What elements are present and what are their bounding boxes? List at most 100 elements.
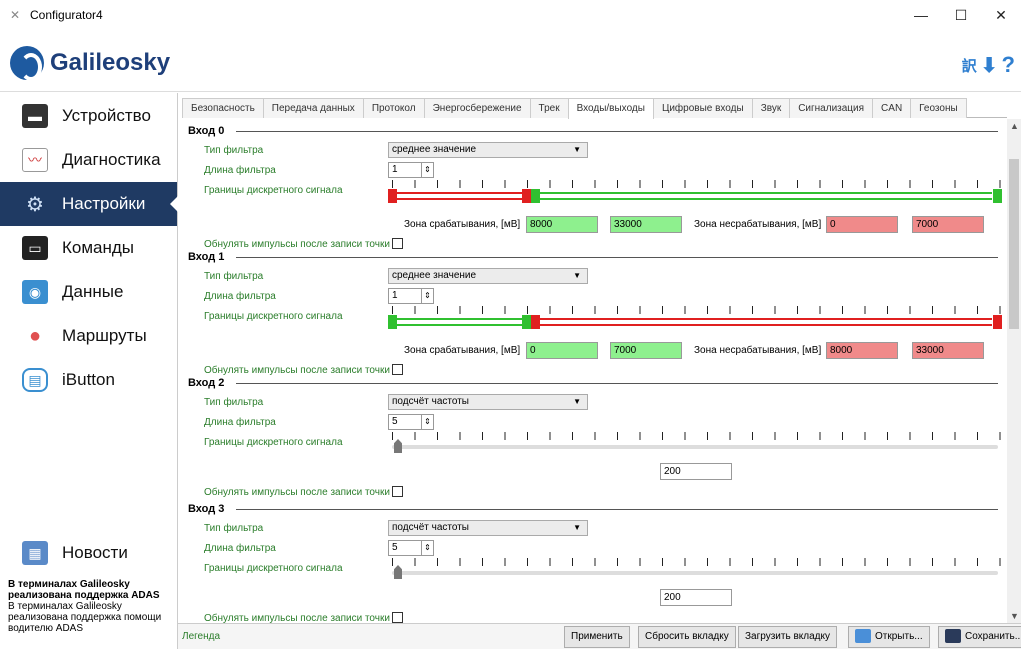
filter-type-select[interactable]: среднее значение ▼ [388,142,588,158]
maximize-button[interactable]: ☐ [941,0,981,30]
range-handle[interactable] [388,189,397,203]
scale-ticks [392,306,1002,314]
input-section: Вход 0 Тип фильтра среднее значение ▼ Дли… [182,125,1002,253]
filter-type-label: Тип фильтра [204,397,264,408]
open-button[interactable]: Открыть... [848,626,930,648]
filter-type-select[interactable]: среднее значение ▼ [388,268,588,284]
tab-digital-inputs[interactable]: Цифровые входы [652,98,753,118]
slider-handle[interactable] [394,565,402,579]
range-handle[interactable] [993,315,1002,329]
filter-type-select[interactable]: подсчёт частоты ▼ [388,520,588,536]
reset-pulses-checkbox[interactable] [392,364,403,375]
vertical-scrollbar[interactable]: ▲ ▼ [1007,119,1021,623]
reset-pulses-checkbox[interactable] [392,238,403,249]
tab-inputs-outputs[interactable]: Входы/выходы [567,98,654,119]
slider-handle[interactable] [394,439,402,453]
help-icon[interactable]: ? [1002,52,1015,78]
gear-icon: ⚙ [26,193,44,216]
news-text[interactable]: В терминалах Galileosky реализована подд… [0,573,178,640]
filter-type-label: Тип фильтра [204,145,264,156]
tab-track[interactable]: Трек [529,98,569,118]
minimize-button[interactable]: — [901,0,941,30]
news-headline: В терминалах Galileosky реализована подд… [8,579,160,601]
filter-length-stepper[interactable]: 1 ⇕ [388,162,434,178]
frequency-value-field[interactable]: 200 [660,463,732,480]
sidebar-item-device[interactable]: ▬ Устройство [0,94,177,138]
scroll-down-icon[interactable]: ▼ [1010,611,1019,621]
sidebar-item-ibutton[interactable]: ▤ iButton [0,358,177,402]
sidebar-item-label: Устройство [62,106,151,125]
reset-pulses-checkbox[interactable] [392,486,403,497]
trigger-to-field[interactable]: 33000 [610,216,682,233]
filter-length-stepper[interactable]: 1 ⇕ [388,288,434,304]
reset-pulses-label: Обнулять импульсы после записи точки [204,239,390,250]
tab-security[interactable]: Безопасность [182,98,264,118]
tab-geofences[interactable]: Геозоны [910,98,967,118]
trigger-zone-label: Зона срабатывания, [мВ] [404,219,521,230]
main-panel: Безопасность Передача данных Протокол Эн… [178,93,1021,623]
app-header: Galileosky 訳 ⬇ ? [0,30,1021,92]
filter-length-stepper[interactable]: 5 ⇕ [388,540,434,556]
nontrigger-to-field[interactable]: 7000 [912,216,984,233]
sidebar-item-diagnostics[interactable]: 〰 Диагностика [0,138,177,182]
scale-ticks [392,180,1002,188]
scroll-thumb[interactable] [1009,159,1019,329]
nontrigger-zone-label: Зона несрабатывания, [мВ] [694,345,822,356]
nontrigger-from-field[interactable]: 0 [826,216,898,233]
range-handle[interactable] [531,189,540,203]
tab-content: Вход 0 Тип фильтра среднее значение ▼ Дли… [182,119,1002,623]
filter-length-stepper[interactable]: 5 ⇕ [388,414,434,430]
nontrigger-from-field[interactable]: 8000 [826,342,898,359]
translate-icon[interactable]: 訳 [962,55,977,76]
sidebar-item-routes[interactable]: ● Маршруты [0,314,177,358]
filter-type-label: Тип фильтра [204,523,264,534]
filter-type-select[interactable]: подсчёт частоты ▼ [388,394,588,410]
sidebar-item-label: Настройки [62,194,146,213]
tab-can[interactable]: CAN [872,98,912,118]
range-handle[interactable] [531,315,540,329]
range-handle[interactable] [993,189,1002,203]
calendar-icon: ▦ [22,541,48,565]
tab-data-transfer[interactable]: Передача данных [262,98,364,118]
sidebar-item-label: Диагностика [62,150,161,169]
apply-button[interactable]: Применить [564,626,630,648]
filter-length-label: Длина фильтра [204,165,276,176]
trigger-from-field[interactable]: 8000 [526,216,598,233]
range-handle[interactable] [388,315,397,329]
trigger-from-field[interactable]: 0 [526,342,598,359]
input-section: Вход 3 Тип фильтра подсчёт частоты ▼ Длин… [182,503,1002,623]
reset-tab-button[interactable]: Сбросить вкладку [638,626,736,648]
range-handle[interactable] [522,315,531,329]
input-heading: Вход 0 [188,125,998,137]
load-tab-button[interactable]: Загрузить вкладку [738,626,837,648]
tab-alarm[interactable]: Сигнализация [789,98,874,118]
sidebar-item-news[interactable]: ▦ Новости [0,533,178,573]
close-button[interactable]: ✕ [981,0,1021,30]
download-icon[interactable]: ⬇ [981,53,998,78]
sidebar-item-commands[interactable]: ▭ Команды [0,226,177,270]
tab-power-saving[interactable]: Энергосбережение [423,98,531,118]
input-section: Вход 1 Тип фильтра среднее значение ▼ Дли… [182,251,1002,379]
discrete-bounds-label: Границы дискретного сигнала [204,185,343,196]
frequency-value-field[interactable]: 200 [660,589,732,606]
nontrigger-to-field[interactable]: 33000 [912,342,984,359]
tab-protocol[interactable]: Протокол [362,98,425,118]
data-icon: ◉ [22,280,48,304]
sidebar-item-label: Маршруты [62,326,147,345]
reset-pulses-checkbox[interactable] [392,612,403,623]
sidebar-item-settings[interactable]: ⚙ Настройки [0,182,178,226]
filter-length-label: Длина фильтра [204,291,276,302]
save-button[interactable]: Сохранить... [938,626,1021,648]
chevron-down-icon: ▼ [573,397,581,406]
chevron-down-icon: ▼ [573,145,581,154]
tab-sound[interactable]: Звук [751,98,791,118]
reset-pulses-label: Обнулять импульсы после записи точки [204,487,390,498]
title-bar: ✕ Configurator4 — ☐ ✕ [0,0,1021,30]
trigger-to-field[interactable]: 7000 [610,342,682,359]
sidebar-item-data[interactable]: ◉ Данные [0,270,177,314]
range-handle[interactable] [522,189,531,203]
tab-bar: Безопасность Передача данных Протокол Эн… [182,98,1007,119]
scroll-up-icon[interactable]: ▲ [1010,121,1019,131]
logo-text: Galileosky [50,49,171,76]
legend-link[interactable]: Легенда [182,631,220,642]
